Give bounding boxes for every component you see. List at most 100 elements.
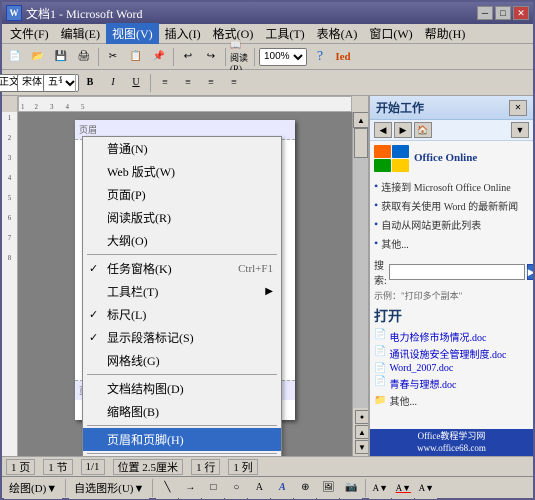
Ied-label: Ied xyxy=(332,46,354,68)
scroll-up-button[interactable]: ▲ xyxy=(353,112,368,128)
arrow-tool[interactable]: → xyxy=(179,477,201,499)
wordart-tool[interactable]: A xyxy=(271,477,293,499)
copy-button[interactable]: 📋 xyxy=(125,46,147,68)
search-go-button[interactable]: ▶ xyxy=(527,264,533,280)
window-title: 文档1 - Microsoft Word xyxy=(26,5,477,22)
close-button[interactable]: ✕ xyxy=(513,6,529,20)
pane-back-button[interactable]: ◀ xyxy=(374,122,392,138)
status-col: 1 列 xyxy=(228,459,257,475)
draw-sep3 xyxy=(365,479,366,497)
prev-page-button[interactable]: ▲ xyxy=(355,425,368,439)
view-ruler[interactable]: 标尺(L) xyxy=(83,303,281,326)
file-item-4[interactable]: 📄 青春与理想.doc xyxy=(374,376,529,391)
bullet-item-4[interactable]: • 其他... xyxy=(374,236,529,251)
menu-edit[interactable]: 编辑(E) xyxy=(55,23,106,44)
undo-button[interactable]: ↩ xyxy=(177,46,199,68)
bullet-item-2[interactable]: • 获取有关使用 Word 的最新新闻 xyxy=(374,198,529,213)
next-page-button[interactable]: ▼ xyxy=(355,440,368,454)
office-brand-line1: Office Online xyxy=(414,152,477,165)
menu-tools[interactable]: 工具(T) xyxy=(259,23,310,44)
open-button[interactable]: 📂 xyxy=(27,46,49,68)
menu-help[interactable]: 帮助(H) xyxy=(419,23,472,44)
view-thumbnail[interactable]: 缩略图(B) xyxy=(83,400,281,423)
view-toolbar[interactable]: 工具栏(T) ▶ xyxy=(83,280,281,303)
print-button[interactable]: 🖨 xyxy=(73,46,95,68)
fillcolor-button[interactable]: A▼ xyxy=(369,477,391,499)
menu-file[interactable]: 文件(F) xyxy=(4,23,55,44)
minimize-button[interactable]: ─ xyxy=(477,6,493,20)
scroll-track[interactable] xyxy=(353,128,368,408)
new-button[interactable]: 📄 xyxy=(4,46,26,68)
pane-home-button[interactable]: 🏠 xyxy=(414,122,432,138)
align-left[interactable]: ≡ xyxy=(154,72,176,94)
menu-insert[interactable]: 插入(I) xyxy=(159,23,207,44)
draw-button[interactable]: 绘图(D)▼ xyxy=(4,477,62,499)
underline-button[interactable]: U xyxy=(125,72,147,94)
task-pane: 开始工作 ✕ ◀ ▶ 🏠 ▼ xyxy=(368,96,533,456)
linecolor-button[interactable]: A▼ xyxy=(392,477,414,499)
file-item-3[interactable]: 📄 Word_2007.doc xyxy=(374,363,529,374)
file-item-1[interactable]: 📄 电力检修市场情况.doc xyxy=(374,329,529,344)
zoom-select[interactable]: 100% xyxy=(259,48,307,66)
status-bar: 1 页 1 节 1/1 位置 2.5厘米 1 行 1 列 xyxy=(2,456,533,476)
watermark: Office教程学习网 www.office68.com xyxy=(370,429,533,456)
read-button[interactable]: 📖 阅读(R) xyxy=(229,46,251,68)
view-header[interactable]: 页眉和页脚(H) xyxy=(83,428,281,451)
view-web[interactable]: Web 版式(W) xyxy=(83,160,281,183)
bold-button[interactable]: B xyxy=(79,72,101,94)
autoshapes-button[interactable]: 自选图形(U)▼ xyxy=(69,477,149,499)
menu-window[interactable]: 窗口(W) xyxy=(363,23,418,44)
maximize-button[interactable]: □ xyxy=(495,6,511,20)
line-tool[interactable]: ╲ xyxy=(156,477,178,499)
pane-forward-button[interactable]: ▶ xyxy=(394,122,412,138)
view-statusbar[interactable]: 显示段落标记(S) xyxy=(83,326,281,349)
save-button[interactable]: 💾 xyxy=(50,46,72,68)
picture-tool[interactable]: 📷 xyxy=(340,477,362,499)
doc-icon-2: 📄 xyxy=(374,346,386,357)
draw-sep1 xyxy=(65,479,66,497)
pane-menu-button[interactable]: ▼ xyxy=(511,122,529,138)
menu-table[interactable]: 表格(A) xyxy=(311,23,364,44)
view-normal[interactable]: 普通(N) xyxy=(83,137,281,160)
menu-view[interactable]: 视图(V) xyxy=(106,23,159,44)
fontsize-select[interactable]: 五号 xyxy=(43,74,79,92)
view-taskpane[interactable]: 任务窗格(K) Ctrl+F1 xyxy=(83,257,281,280)
bullet-item-1[interactable]: • 连接到 Microsoft Office Online xyxy=(374,179,529,194)
fontsize-combo[interactable]: 五号 xyxy=(50,72,72,94)
office-online-logo: Office Online xyxy=(374,145,529,173)
bullet-item-3[interactable]: • 自动从网站更新此列表 xyxy=(374,217,529,232)
ruler-container: 1 2 3 4 5 xyxy=(2,96,368,112)
rect-tool[interactable]: □ xyxy=(202,477,224,499)
pane-close-button[interactable]: ✕ xyxy=(509,100,527,116)
italic-button[interactable]: I xyxy=(102,72,124,94)
search-input[interactable] xyxy=(389,264,525,280)
fontcolor-button[interactable]: A▼ xyxy=(415,477,437,499)
zoom-combo[interactable]: 100% xyxy=(258,46,308,68)
view-outline[interactable]: 大纲(O) xyxy=(83,229,281,252)
cut-button[interactable]: ✂ xyxy=(102,46,124,68)
redo-button[interactable]: ↪ xyxy=(200,46,222,68)
textbox-tool[interactable]: A xyxy=(248,477,270,499)
paste-button[interactable]: 📌 xyxy=(148,46,170,68)
folder-item-other[interactable]: 📁 其他... xyxy=(374,393,529,408)
align-center[interactable]: ≡ xyxy=(177,72,199,94)
align-right[interactable]: ≡ xyxy=(200,72,222,94)
file-item-2[interactable]: 📄 通讯设施安全管理制度.doc xyxy=(374,346,529,361)
view-reading[interactable]: 阅读版式(R) xyxy=(83,206,281,229)
align-justify[interactable]: ≡ xyxy=(223,72,245,94)
search-label: 搜索: xyxy=(374,257,387,287)
view-gridlines[interactable]: 网格线(G) xyxy=(83,349,281,372)
help-tool[interactable]: ? xyxy=(309,46,331,68)
browse-obj-button[interactable]: ● xyxy=(355,410,368,424)
vertical-scrollbar: ▲ ● ▲ ▼ xyxy=(352,112,368,456)
oval-tool[interactable]: ○ xyxy=(225,477,247,499)
separator1 xyxy=(98,48,99,66)
view-docmap[interactable]: 文档结构图(D) xyxy=(83,377,281,400)
status-line: 1 行 xyxy=(191,459,220,475)
scroll-thumb[interactable] xyxy=(354,128,368,158)
diagram-tool[interactable]: ⊕ xyxy=(294,477,316,499)
clipart-tool[interactable]: 🖼 xyxy=(317,477,339,499)
view-page[interactable]: 页面(P) xyxy=(83,183,281,206)
bullet-icon-4: • xyxy=(374,237,378,249)
task-pane-header: 开始工作 ✕ xyxy=(370,96,533,120)
